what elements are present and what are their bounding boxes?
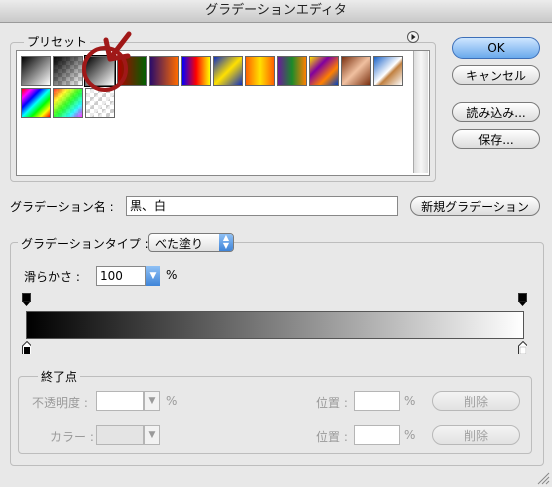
gradient-type-label: グラデーションタイプ : — [18, 235, 152, 252]
color-delete-button[interactable]: 削除 — [432, 425, 520, 445]
smoothness-label: 滑らかさ : — [24, 270, 80, 284]
new-gradient-button[interactable]: 新規グラデーション — [410, 196, 540, 216]
preset-swatch-fg-to-bg[interactable] — [21, 56, 51, 86]
opacity-location-input[interactable] — [354, 391, 400, 411]
opacity-location-label: 位置 : — [316, 396, 348, 410]
preset-swatch-violet-green-orange[interactable] — [277, 56, 307, 86]
gradient-type-value: べた塗り — [155, 237, 204, 251]
preset-swatch-violet-orange[interactable] — [149, 56, 179, 86]
color-label: カラー : — [50, 430, 94, 444]
gradient-name-input[interactable]: 黒、白 — [126, 196, 398, 216]
resize-grip-icon[interactable] — [536, 471, 550, 485]
gradient-preview-bar[interactable] — [26, 311, 524, 339]
opacity-label: 不透明度 : — [32, 396, 88, 410]
preset-swatch-orange-yellow-orange[interactable] — [245, 56, 275, 86]
opacity-stop-right-icon[interactable] — [518, 293, 527, 306]
opacity-dropdown-icon[interactable]: ▼ — [144, 391, 160, 411]
cancel-button[interactable]: キャンセル — [452, 65, 540, 85]
smoothness-percent: % — [166, 268, 178, 282]
stops-label: 終了点 — [38, 368, 81, 385]
color-location-label: 位置 : — [316, 430, 348, 444]
window-title: グラデーションエディタ — [205, 3, 347, 18]
preset-swatch-blue-yellow-blue[interactable] — [213, 56, 243, 86]
color-dropdown-icon[interactable]: ▼ — [144, 425, 160, 445]
presets-menu-icon[interactable] — [407, 31, 419, 43]
selection-annotation-icon — [82, 31, 132, 92]
preset-swatch-spectrum[interactable] — [21, 88, 51, 118]
color-stop-right-icon[interactable] — [518, 341, 527, 354]
presets-scrollbar[interactable] — [413, 51, 428, 173]
preset-swatch-yellow-violet-orange-blue[interactable] — [309, 56, 339, 86]
gradient-type-select[interactable]: べた塗り ▲ ▼ — [148, 233, 234, 252]
load-button[interactable]: 読み込み... — [452, 102, 540, 122]
opacity-unit: % — [166, 394, 178, 408]
color-stop-left-icon[interactable] — [22, 341, 31, 354]
color-location-input[interactable] — [354, 425, 400, 445]
preset-swatch-copper[interactable] — [341, 56, 371, 86]
save-button[interactable]: 保存... — [452, 129, 540, 149]
smoothness-dropdown-icon[interactable]: ▼ — [146, 266, 160, 286]
smoothness-input[interactable]: 100 — [96, 266, 146, 286]
opacity-delete-button[interactable]: 削除 — [432, 391, 520, 411]
color-location-unit: % — [404, 428, 416, 442]
opacity-location-unit: % — [404, 394, 416, 408]
chevron-updown-icon: ▲ ▼ — [219, 234, 233, 251]
gradient-name-label: グラデーション名 : — [10, 200, 114, 214]
preset-swatch-chrome[interactable] — [373, 56, 403, 86]
color-swatch-field[interactable] — [96, 425, 144, 445]
ok-button[interactable]: OK — [452, 37, 540, 59]
preset-swatch-blue-red-yellow[interactable] — [181, 56, 211, 86]
window-titlebar: グラデーションエディタ — [0, 0, 552, 23]
opacity-input[interactable] — [96, 391, 144, 411]
opacity-stop-left-icon[interactable] — [22, 293, 31, 306]
